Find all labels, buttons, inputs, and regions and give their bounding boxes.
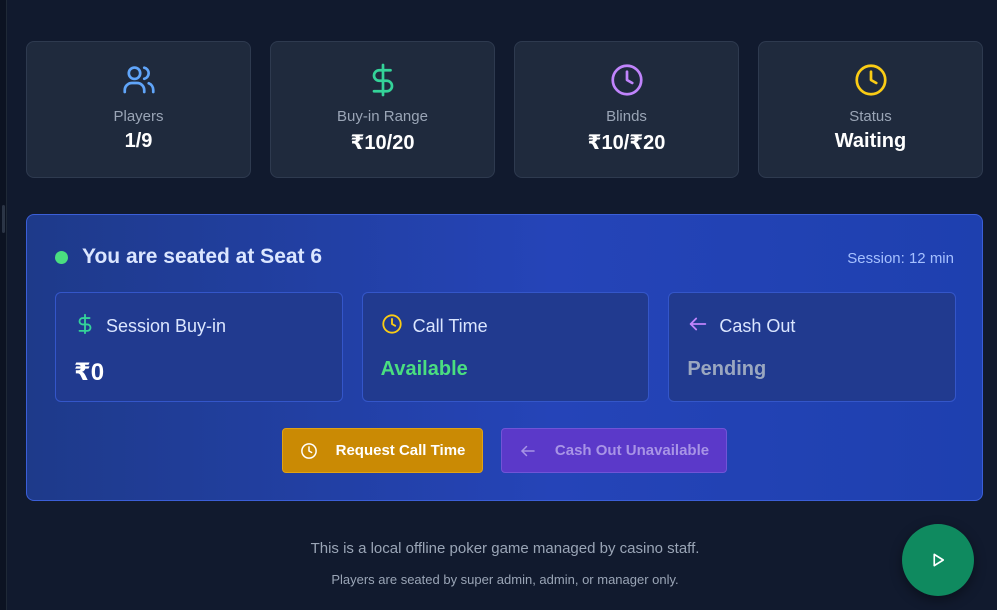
request-call-time-button[interactable]: Request Call Time bbox=[282, 428, 483, 473]
stat-blinds: Blinds ₹10/₹20 bbox=[514, 41, 739, 178]
play-button[interactable] bbox=[902, 524, 974, 596]
card-title: Call Time bbox=[412, 316, 488, 336]
users-icon bbox=[121, 62, 157, 98]
stat-value: ₹10/20 bbox=[350, 132, 415, 154]
call-time-card: Call Time Available bbox=[361, 292, 650, 402]
resize-handle[interactable] bbox=[2, 205, 5, 233]
cash-out-card: Cash Out Pending bbox=[668, 292, 957, 402]
stat-value: ₹10/₹20 bbox=[587, 132, 666, 154]
seated-indicator bbox=[55, 250, 68, 264]
stat-buyin-range: Buy-in Range ₹10/20 bbox=[270, 41, 495, 178]
stat-value: Waiting bbox=[834, 130, 907, 152]
arrow-left-icon bbox=[687, 313, 719, 340]
window-edge bbox=[0, 0, 7, 610]
table-stats: Players 1/9 Buy-in Range ₹10/20 Blinds ₹… bbox=[26, 41, 983, 178]
card-value: ₹0 bbox=[74, 359, 105, 386]
card-value: Pending bbox=[687, 358, 767, 380]
stat-status: Status Waiting bbox=[758, 41, 983, 178]
stat-label: Status bbox=[849, 108, 892, 125]
card-value: Available bbox=[380, 358, 468, 380]
seat-actions: Request Call Time Cash Out Unavailable bbox=[282, 428, 727, 473]
seat-info-row: Session Buy-in ₹0 Call Time Available Ca… bbox=[55, 292, 957, 402]
session-buyin-card: Session Buy-in ₹0 bbox=[55, 292, 343, 402]
stat-label: Players bbox=[113, 108, 164, 125]
seat-title: You are seated at Seat 6 bbox=[82, 245, 323, 268]
play-icon bbox=[933, 553, 945, 567]
footer-subnote: Players are seated by super admin, admin… bbox=[331, 572, 679, 587]
clock-icon bbox=[609, 62, 645, 98]
arrow-left-icon bbox=[521, 445, 535, 456]
footer-note: This is a local offline poker game manag… bbox=[310, 540, 700, 557]
stat-value: 1/9 bbox=[124, 130, 153, 152]
seat-panel: You are seated at Seat 6 Session: 12 min… bbox=[26, 214, 983, 501]
button-label: Cash Out Unavailable bbox=[554, 442, 710, 459]
stat-label: Buy-in Range bbox=[337, 108, 428, 125]
card-title: Session Buy-in bbox=[106, 316, 227, 336]
button-label: Request Call Time bbox=[335, 442, 466, 459]
dollar-icon bbox=[365, 62, 401, 98]
dollar-icon bbox=[74, 313, 106, 340]
stat-label: Blinds bbox=[606, 108, 647, 125]
clock-icon bbox=[853, 62, 889, 98]
session-duration: Session: 12 min bbox=[847, 250, 954, 267]
clock-icon bbox=[381, 313, 413, 340]
cash-out-button[interactable]: Cash Out Unavailable bbox=[501, 428, 727, 473]
stat-players: Players 1/9 bbox=[26, 41, 251, 178]
clock-icon bbox=[300, 442, 317, 459]
seat-header: You are seated at Seat 6 bbox=[55, 245, 322, 269]
card-title: Cash Out bbox=[719, 316, 796, 336]
